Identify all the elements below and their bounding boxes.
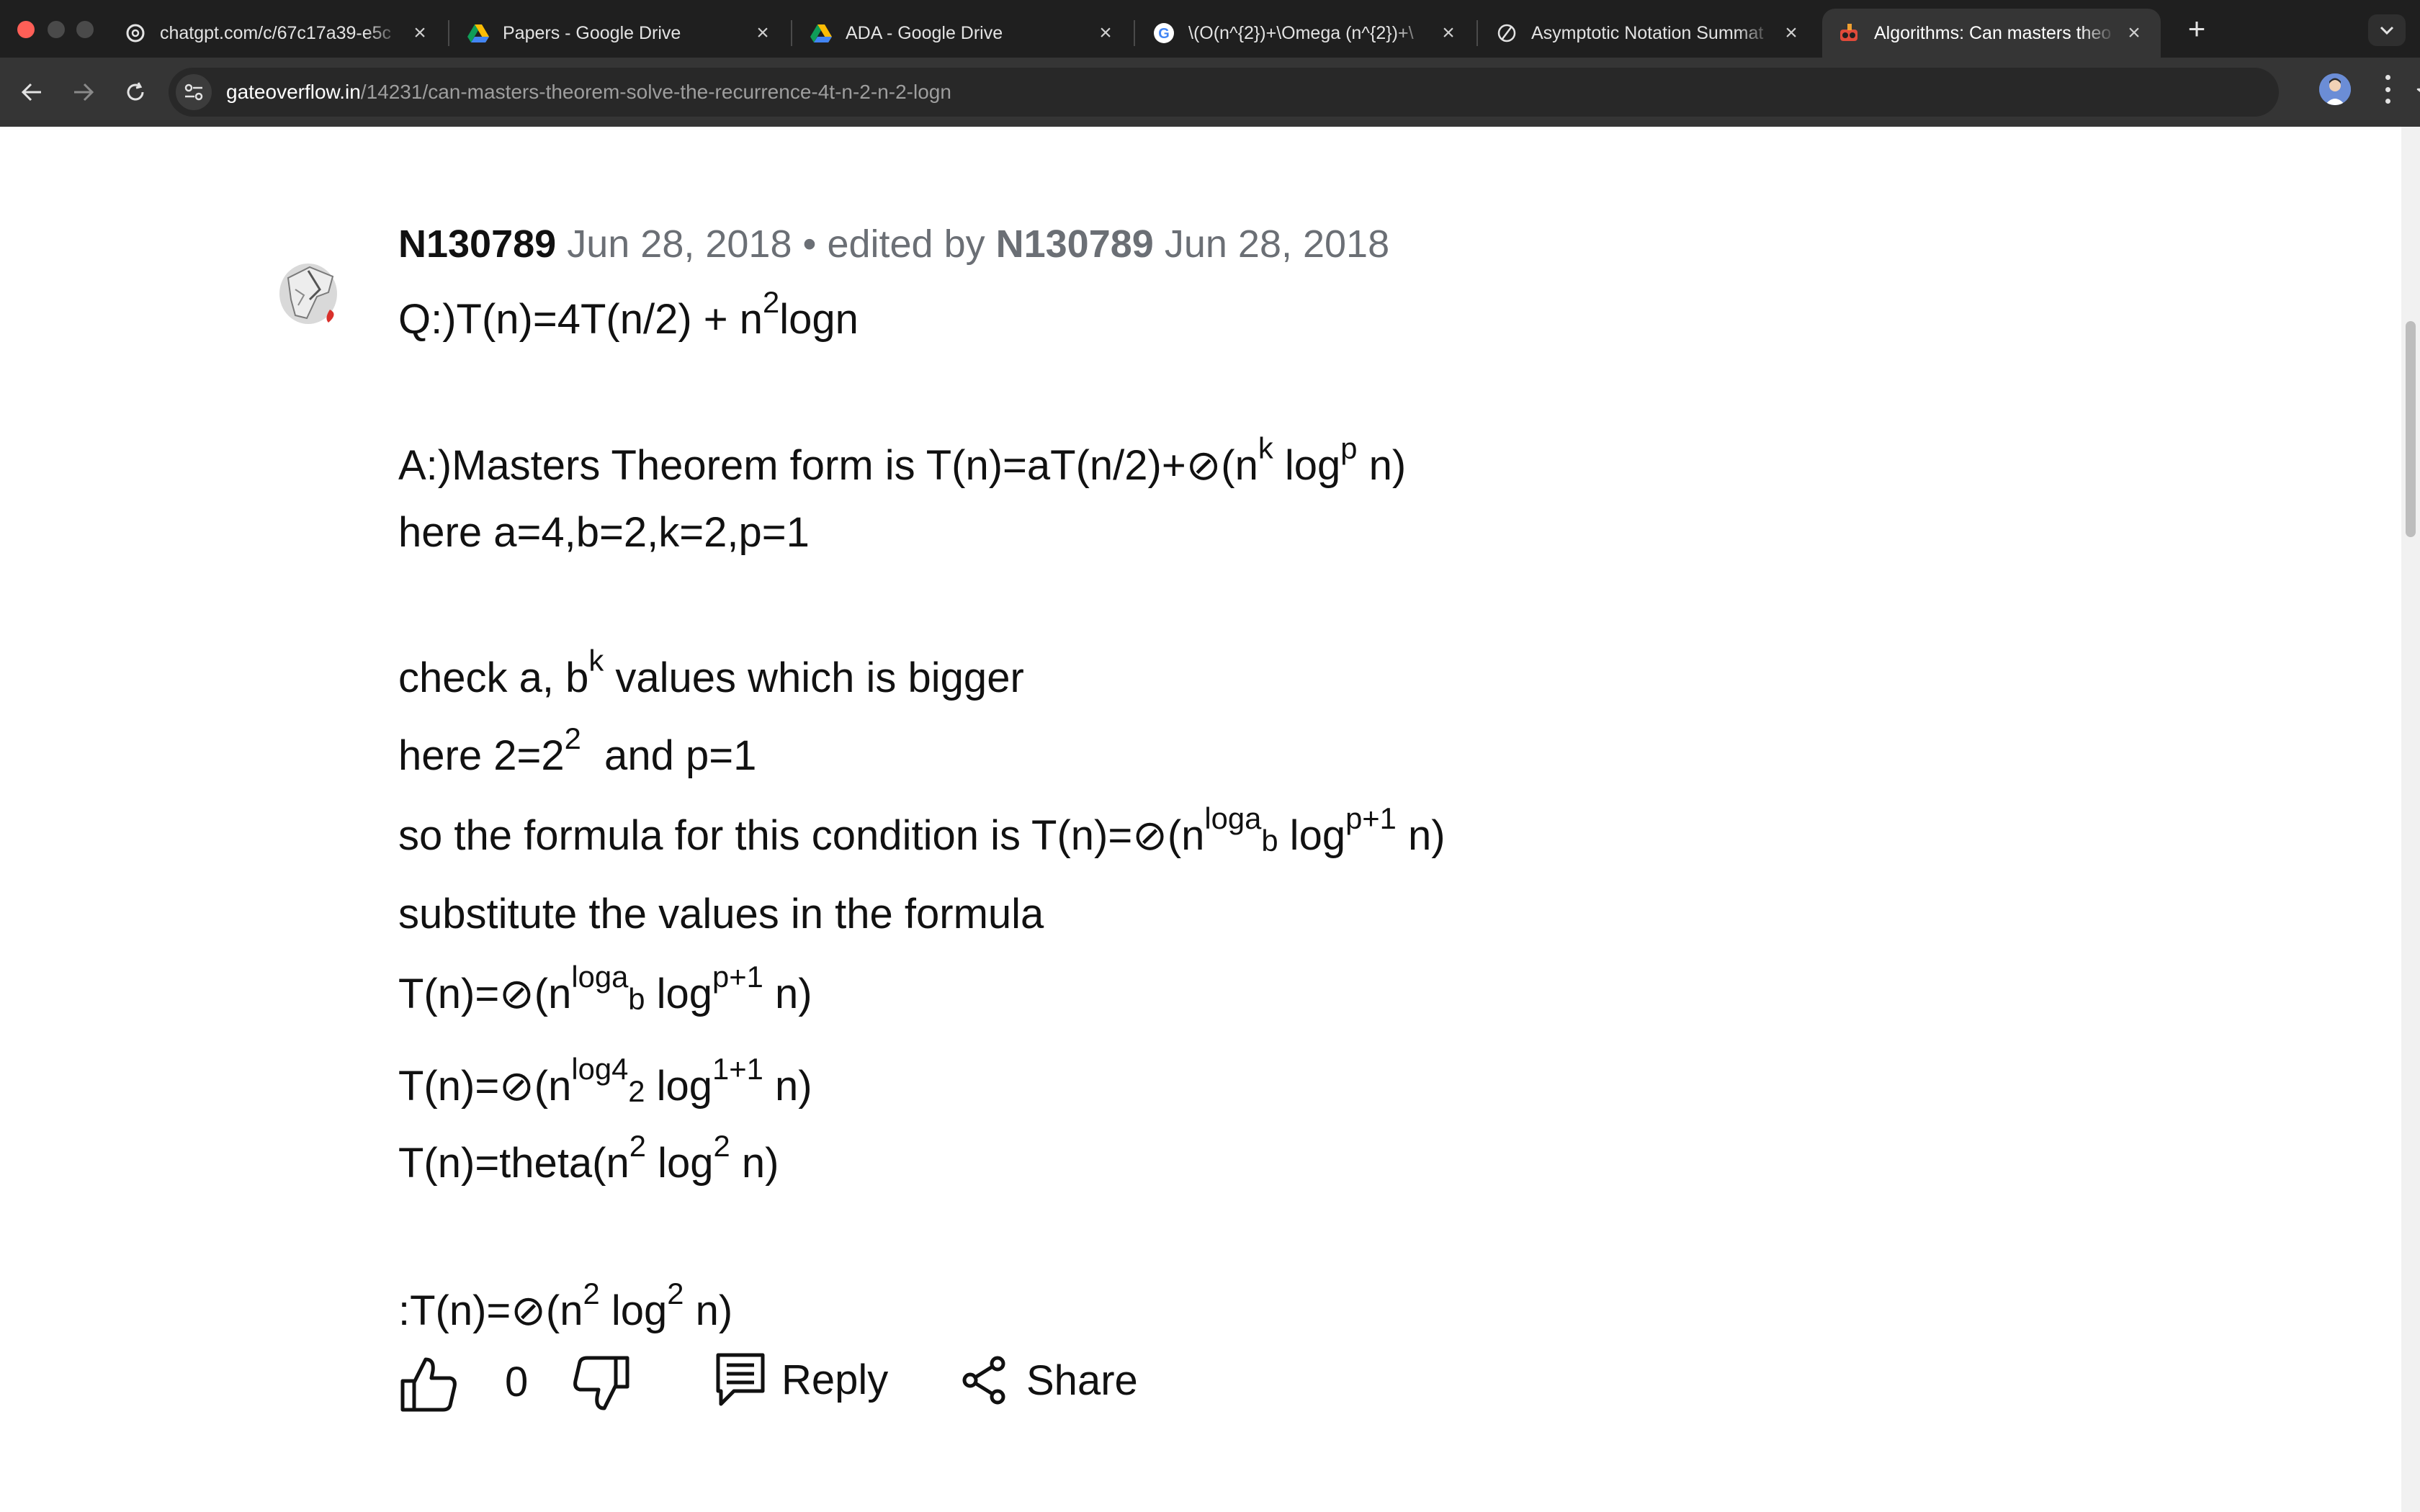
close-tab-icon[interactable]: × bbox=[409, 21, 431, 45]
check-line: check a, bk values which is bigger bbox=[398, 643, 1024, 701]
user-avatar[interactable] bbox=[266, 249, 353, 336]
close-tab-icon[interactable]: × bbox=[2123, 21, 2145, 45]
edited-date[interactable]: Jun 28, 2018 bbox=[1165, 222, 1389, 266]
close-window-button[interactable] bbox=[17, 21, 35, 38]
tab-divider bbox=[791, 20, 792, 46]
formula-condition-line: so the formula for this condition is T(n… bbox=[398, 801, 1446, 859]
comment-icon bbox=[716, 1353, 765, 1406]
tab-title: \(O(n^{2})+\Omega (n^{2})+\ bbox=[1188, 22, 1414, 43]
profile-avatar-button[interactable] bbox=[2319, 73, 2351, 105]
page-content: N130789 Jun 28, 2018 • edited by N130789… bbox=[0, 127, 2401, 1512]
address-bar[interactable]: gateoverflow.in/14231/can-masters-theore… bbox=[169, 68, 2420, 117]
tab-title: Asymptotic Notation Summat bbox=[1531, 22, 1764, 43]
tab-title: Algorithms: Can masters theo bbox=[1874, 22, 2112, 43]
google-icon: G bbox=[1152, 22, 1175, 45]
google-drive-icon bbox=[810, 22, 833, 45]
url-path: /14231/can-masters-theorem-solve-the-rec… bbox=[360, 81, 951, 103]
formula-line-1: T(n)=⊘(nlogab logp+1 n) bbox=[398, 959, 812, 1017]
post-meta: N130789 Jun 28, 2018 • edited by N130789… bbox=[398, 222, 1389, 266]
url-text[interactable]: gateoverflow.in/14231/can-masters-theore… bbox=[226, 81, 951, 104]
close-tab-icon[interactable]: × bbox=[1438, 21, 1459, 45]
share-button[interactable]: Share bbox=[960, 1355, 1138, 1405]
share-icon bbox=[962, 1356, 1005, 1405]
tab-title: chatgpt.com/c/67c17a39-e5c bbox=[160, 22, 392, 43]
substitute-line: substitute the values in the formula bbox=[398, 891, 1044, 937]
question-line: Q:)T(n)=4T(n/2) + n2logn bbox=[398, 284, 859, 343]
reply-button[interactable]: Reply bbox=[715, 1352, 888, 1407]
reply-label: Reply bbox=[781, 1356, 889, 1403]
browser-tab-active[interactable]: Algorithms: Can masters theo × bbox=[1822, 9, 2161, 58]
share-label: Share bbox=[1026, 1356, 1138, 1404]
chatgpt-icon bbox=[124, 22, 147, 45]
thumbs-down-icon bbox=[573, 1356, 629, 1410]
close-tab-icon[interactable]: × bbox=[1095, 21, 1116, 45]
tune-icon bbox=[184, 84, 203, 101]
reload-button[interactable] bbox=[115, 72, 156, 112]
downvote-button[interactable] bbox=[571, 1354, 632, 1414]
url-host: gateoverflow.in bbox=[226, 81, 361, 103]
gateoverflow-icon bbox=[1838, 22, 1861, 45]
browser-tab-google-search[interactable]: G \(O(n^{2})+\Omega (n^{2})+\ × bbox=[1137, 9, 1475, 58]
google-drive-icon bbox=[467, 22, 490, 45]
browser-tab-bar: chatgpt.com/c/67c17a39-e5c × Papers - Go… bbox=[0, 0, 2420, 58]
result-line: :T(n)=⊘(n2 log2 n) bbox=[398, 1276, 733, 1334]
upvote-button[interactable] bbox=[398, 1354, 459, 1414]
post-date[interactable]: Jun 28, 2018 bbox=[567, 222, 792, 266]
tab-divider bbox=[1134, 20, 1135, 46]
chevron-down-icon bbox=[2380, 26, 2394, 35]
minimize-window-button[interactable] bbox=[48, 21, 65, 38]
back-button[interactable] bbox=[12, 72, 52, 112]
new-tab-button[interactable]: + bbox=[2177, 10, 2217, 50]
page-scrollbar[interactable] bbox=[2401, 127, 2420, 1512]
edited-by-label: edited by bbox=[827, 222, 985, 266]
tab-divider bbox=[448, 20, 449, 46]
thumbs-up-icon bbox=[400, 1357, 457, 1412]
svg-text:G: G bbox=[1158, 26, 1170, 42]
tab-title: Papers - Google Drive bbox=[503, 22, 681, 43]
browser-menu-button[interactable] bbox=[2377, 75, 2398, 104]
compare-line: here 2=22 and p=1 bbox=[398, 721, 757, 779]
formula-line-3: T(n)=theta(n2 log2 n) bbox=[398, 1128, 779, 1187]
answer-form-line: A:)Masters Theorem form is T(n)=aT(n/2)+… bbox=[398, 431, 1407, 489]
browser-tab-papers[interactable]: Papers - Google Drive × bbox=[451, 9, 789, 58]
star-icon bbox=[2416, 88, 2420, 92]
arrow-left-icon bbox=[21, 83, 41, 102]
post-actions: 0 Reply Share bbox=[398, 1344, 1191, 1423]
maximize-window-button[interactable] bbox=[76, 21, 94, 38]
reload-icon bbox=[127, 82, 144, 101]
close-tab-icon[interactable]: × bbox=[752, 21, 774, 45]
site-info-button[interactable] bbox=[176, 74, 212, 110]
vote-count: 0 bbox=[505, 1359, 529, 1405]
tab-search-button[interactable] bbox=[2368, 14, 2406, 46]
tab-title: ADA - Google Drive bbox=[846, 22, 1003, 43]
scrollbar-thumb[interactable] bbox=[2406, 321, 2416, 537]
browser-tab-asymptotic[interactable]: Asymptotic Notation Summat × bbox=[1479, 9, 1818, 58]
perplexity-icon bbox=[1495, 22, 1518, 45]
forward-button[interactable] bbox=[63, 72, 104, 112]
editor-link[interactable]: N130789 bbox=[996, 222, 1154, 266]
meta-separator: • bbox=[802, 222, 817, 266]
browser-toolbar: gateoverflow.in/14231/can-masters-theore… bbox=[0, 58, 2420, 127]
browser-tab-ada[interactable]: ADA - Google Drive × bbox=[794, 9, 1132, 58]
profile-avatar-icon bbox=[2319, 73, 2351, 105]
avatar-image bbox=[279, 264, 337, 324]
author-link[interactable]: N130789 bbox=[398, 222, 556, 266]
close-tab-icon[interactable]: × bbox=[1780, 21, 1802, 45]
arrow-right-icon bbox=[74, 83, 94, 102]
formula-line-2: T(n)=⊘(nlog42 log1+1 n) bbox=[398, 1051, 812, 1110]
tab-divider bbox=[1476, 20, 1478, 46]
bookmark-star-button[interactable] bbox=[2414, 78, 2420, 107]
browser-tab-chatgpt[interactable]: chatgpt.com/c/67c17a39-e5c × bbox=[108, 9, 447, 58]
values-line: here a=4,b=2,k=2,p=1 bbox=[398, 509, 810, 556]
